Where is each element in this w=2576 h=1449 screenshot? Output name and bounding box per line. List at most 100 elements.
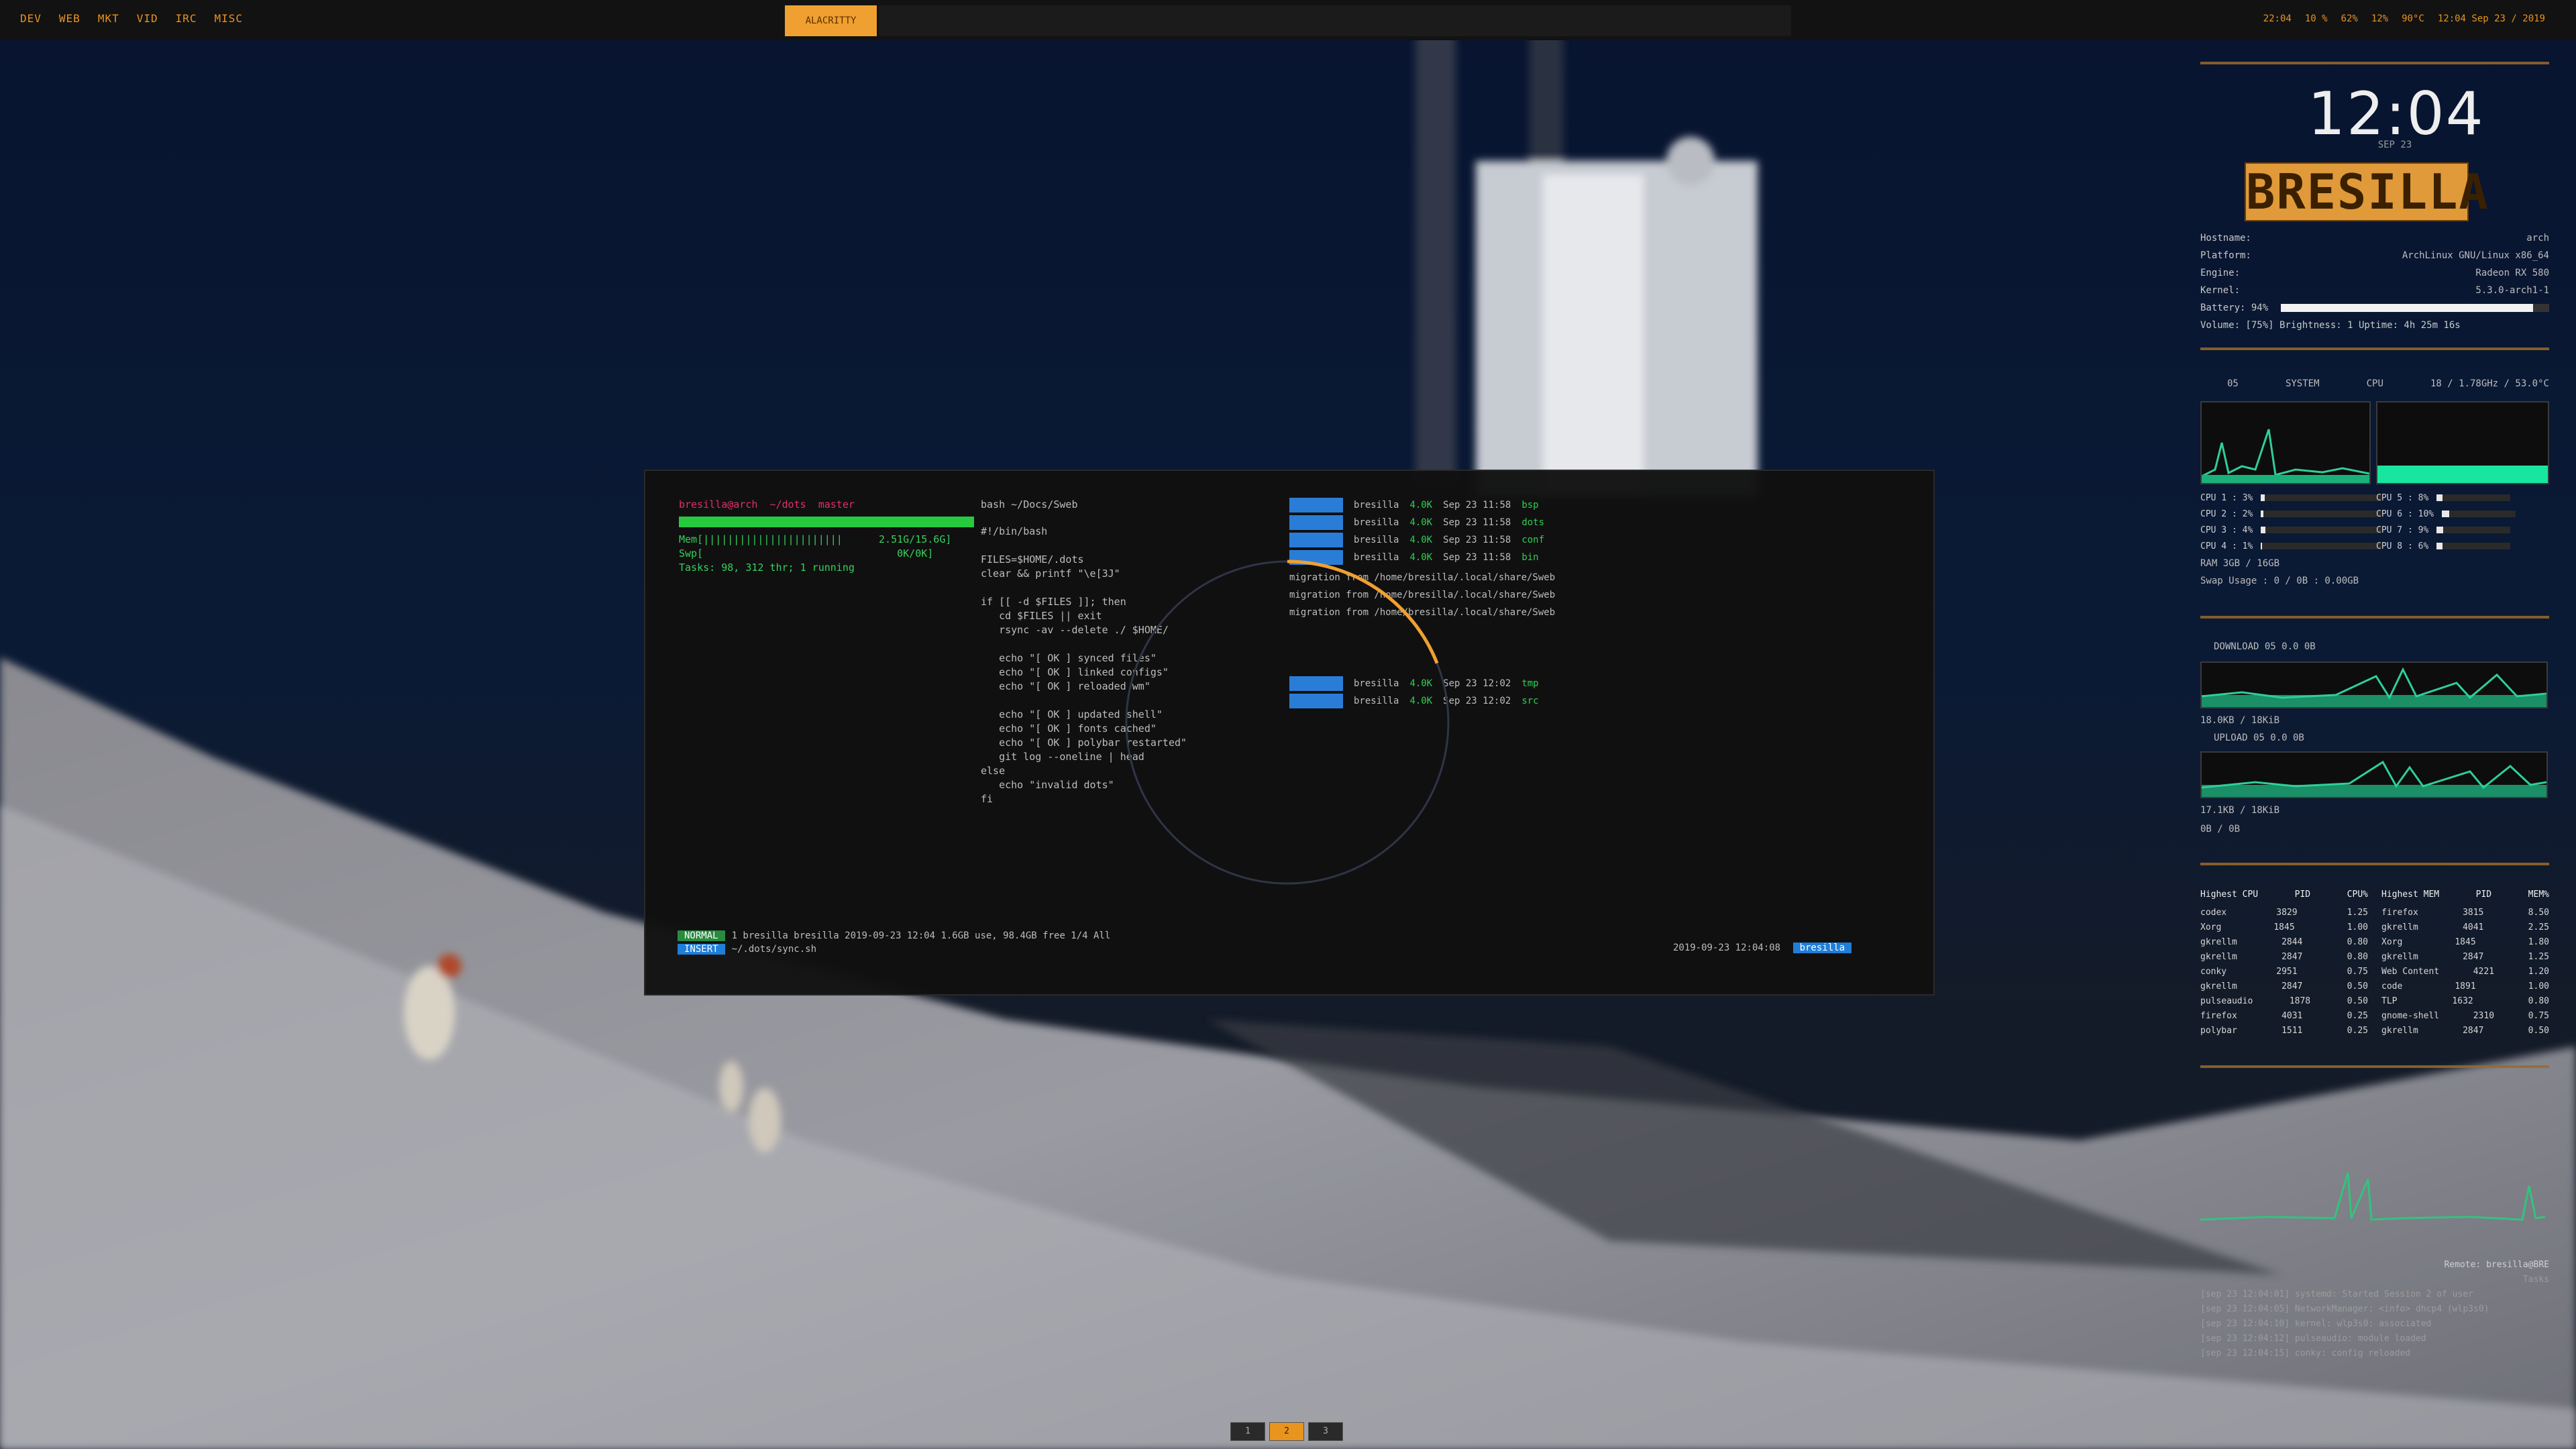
process-row: gkrellm 2844 0.80	[2200, 935, 2368, 950]
battery-row: Battery: 94%	[2200, 299, 2549, 317]
process-cell: 4221	[2473, 967, 2495, 977]
cpu-core-fill	[2261, 494, 2265, 501]
cpu-core-label: CPU 7 : 9%	[2376, 525, 2429, 535]
download-total: 18.0KB / 18KiB	[2200, 715, 2280, 726]
workspace-tag[interactable]: WEB	[59, 12, 80, 25]
process-header-cell: MEM%	[2528, 890, 2549, 900]
workspace-button[interactable]: 3	[1308, 1422, 1343, 1441]
process-cell: 2951	[2276, 967, 2298, 977]
file-name: src	[1521, 696, 1539, 706]
cpu-core-row: CPU 1 : 3%	[2200, 490, 2382, 506]
file-row[interactable]: bresilla 4.0K Sep 23 11:58 conf	[1289, 531, 1907, 549]
volume-line: Volume: [75%] Brightness: 1 Uptime: 4h 2…	[2200, 320, 2461, 331]
settings-icon[interactable]: ⚙	[2356, 1402, 2363, 1415]
cpu-header: 05 SYSTEM CPU 18 / 1.78GHz / 53.0°C	[2227, 378, 2549, 389]
terminal-status-line: NORMAL 1 bresilla bresilla 2019-09-23 12:…	[678, 930, 1898, 957]
process-cell: 4041	[2463, 922, 2484, 932]
network-icon[interactable]: ◉	[2385, 1402, 2392, 1415]
process-row: gnome-shell 2310 0.75	[2381, 1009, 2549, 1024]
status-row: NORMAL 1 bresilla bresilla 2019-09-23 12:…	[678, 930, 1898, 941]
workspace-tag[interactable]: IRC	[176, 12, 197, 25]
log-line: Remote: bresilla@BRE	[2444, 1260, 2549, 1270]
process-cell: 3815	[2463, 908, 2484, 918]
cpu-core-row: CPU 4 : 1%	[2200, 538, 2382, 554]
cpu-graph-left	[2200, 401, 2371, 484]
process-cell: 1632	[2452, 996, 2473, 1006]
status-user-badge: bresilla	[1792, 943, 1851, 953]
terminal-window[interactable]: bresilla@arch ~/dots master Mem[||||||||…	[644, 470, 1935, 996]
cpu-core-row: CPU 5 : 8%	[2376, 490, 2516, 506]
process-header-cell: PID	[2475, 890, 2492, 900]
status-clock: 12:04 Sep 23 / 2019	[2437, 13, 2545, 24]
process-cell: 0.50	[2528, 1026, 2549, 1036]
process-cell: gkrellm	[2200, 952, 2237, 962]
process-cell: 0.75	[2347, 967, 2368, 977]
cpu-header-item: SYSTEM	[2285, 378, 2320, 389]
battery-bar	[2281, 304, 2549, 312]
system-log: Remote: bresilla@BRE Tasks [sep 23 12:04…	[2200, 1260, 2549, 1363]
window-title-strip	[879, 5, 1791, 36]
log-line: [sep 23 12:04:01] systemd: Started Sessi…	[2200, 1289, 2473, 1299]
cpu-core-fill	[2436, 494, 2443, 501]
file-row[interactable]: bresilla 4.0K Sep 23 11:58 bsp	[1289, 496, 1907, 514]
workspace-tag[interactable]: MKT	[98, 12, 119, 25]
file-date: Sep 23 12:02	[1443, 678, 1511, 689]
process-cell: gkrellm	[2200, 937, 2237, 947]
status-module: 12%	[2371, 13, 2389, 24]
process-row: pulseaudio 1878 0.50	[2200, 994, 2368, 1009]
workspace-tag[interactable]: MISC	[215, 12, 244, 25]
menu-icon[interactable]: ☰	[2400, 1402, 2409, 1415]
process-cell: 4031	[2282, 1011, 2303, 1021]
active-window-title[interactable]: ALACRITTY	[785, 5, 877, 36]
htop-line: Tasks: 98, 312 thr; 1 running	[679, 561, 855, 574]
process-cell: 1.25	[2528, 952, 2549, 962]
cpu-core-row: CPU 3 : 4%	[2200, 522, 2382, 538]
cpu-core-row: CPU 8 : 6%	[2376, 538, 2516, 554]
process-cell: Web Content	[2381, 967, 2440, 977]
process-row: Xorg 1845 1.00	[2200, 920, 2368, 935]
cpu-core-bar	[2261, 527, 2382, 533]
file-name: dots	[1521, 517, 1545, 528]
log-line: [sep 23 12:04:10] kernel: wlp3s0: associ…	[2200, 1319, 2432, 1329]
battery-bar-fill	[2281, 304, 2533, 312]
cpu-core-label: CPU 5 : 8%	[2376, 492, 2429, 503]
file-row[interactable]: bresilla 4.0K Sep 23 11:58 dots	[1289, 514, 1907, 531]
file-date: Sep 23 12:02	[1443, 696, 1511, 706]
workspace-button[interactable]: 2	[1269, 1422, 1304, 1441]
process-cell: pulseaudio	[2200, 996, 2253, 1006]
workspace-tag[interactable]: VID	[137, 12, 158, 25]
tray-icon[interactable]: ◐	[2341, 1402, 2348, 1415]
cpu-core-label: CPU 2 : 2%	[2200, 508, 2253, 519]
volume-icon[interactable]: ♪	[2370, 1402, 2377, 1415]
panel-divider	[2200, 1065, 2549, 1068]
workspace-button[interactable]: 1	[1230, 1422, 1265, 1441]
process-cell: 1845	[2455, 937, 2476, 947]
process-rows: codex 3829 1.25 Xorg 1845 1.00 gkrellm 2844 0.80…	[2200, 906, 2368, 1038]
power-icon[interactable]: ⏻	[2417, 1402, 2426, 1415]
sysinfo-key: Hostname:	[2200, 233, 2251, 244]
permission-badge	[1289, 515, 1343, 530]
sysinfo-row: Kernel: 5.3.0-arch1-1	[2200, 282, 2549, 299]
cpu-core-bar	[2261, 494, 2382, 501]
cpu-graph-right	[2376, 401, 2549, 484]
permission-badge	[1289, 533, 1343, 547]
status-text: ~/.dots/sync.sh	[731, 944, 817, 955]
process-cell: gkrellm	[2381, 922, 2418, 932]
status-timestamp: 2019-09-23 12:04:08	[1672, 943, 1781, 953]
cpu-core-row: CPU 6 : 10%	[2376, 506, 2516, 522]
sysinfo-row: Engine: Radeon RX 580	[2200, 264, 2549, 282]
htop-line: Mem[||||||||||||||||||||||| 2.51G/15.6G]	[679, 533, 952, 545]
cpu-core-fill	[2442, 511, 2450, 517]
cpu-header-item: 05	[2227, 378, 2239, 389]
download-header: DOWNLOAD 05 0.0 0B	[2214, 641, 2316, 652]
ram-line: RAM 3GB / 16GB	[2200, 558, 2280, 569]
sysinfo-value: Radeon RX 580	[2475, 268, 2549, 278]
process-row: conky 2951 0.75	[2200, 965, 2368, 979]
workspace-tag[interactable]: DEV	[20, 12, 42, 25]
cpu-core-bar	[2442, 511, 2516, 517]
mode-badge: INSERT	[678, 944, 725, 955]
process-row: polybar 1511 0.25	[2200, 1024, 2368, 1038]
process-row: gkrellm 2847 0.50	[2381, 1024, 2549, 1038]
process-row: gkrellm 2847 0.80	[2200, 950, 2368, 965]
